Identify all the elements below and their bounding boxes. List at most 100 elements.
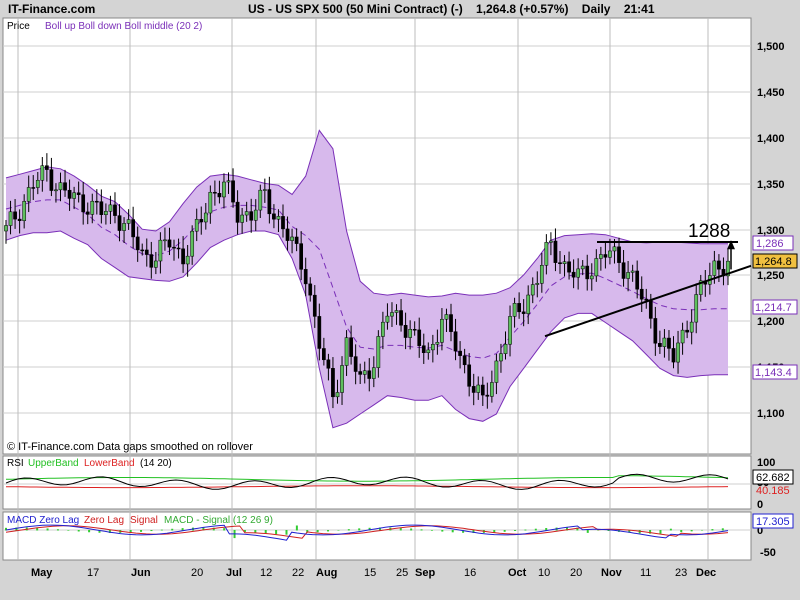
bollinger-legend: Boll up Boll down Boll middle (20 2) (45, 21, 202, 32)
candle-body (344, 337, 349, 366)
candle-body (126, 219, 131, 224)
candle-body (485, 394, 490, 397)
candle-body (90, 200, 95, 215)
candle-body (99, 201, 104, 215)
candle-body (249, 211, 254, 221)
candle-body (435, 342, 440, 345)
macd-hist-bar (524, 529, 527, 531)
x-tick-label: Oct (508, 567, 527, 579)
x-tick-label: 23 (675, 567, 687, 579)
x-tick-label: Jul (226, 567, 242, 579)
candle-body (639, 288, 644, 300)
price-tags: 1,286 1,264.8 1,214.7 1,143.4 (752, 235, 798, 380)
price-legend: Price (7, 21, 30, 32)
candle-body (553, 240, 558, 263)
candle-body (8, 211, 13, 226)
candle-body (589, 275, 594, 280)
candle-body (122, 223, 126, 231)
candle-body (562, 261, 567, 264)
candle-body (494, 360, 499, 383)
candle-body (712, 260, 717, 276)
rsi-value-tag: 62.682 (756, 472, 790, 484)
candle-body (285, 228, 290, 241)
y-tick-label: 1,350 (757, 179, 785, 191)
x-tick-label: Dec (696, 567, 716, 579)
macd-hist-bar (534, 528, 537, 531)
candle-body (626, 272, 630, 279)
macd-hist-bar (680, 530, 683, 533)
macd-hist-bar (285, 530, 288, 535)
x-tick-label: 20 (191, 567, 203, 579)
candle-body (599, 254, 603, 259)
macd-hist-bar (316, 530, 319, 533)
candle-body (480, 384, 485, 396)
macd-tick: -50 (760, 547, 776, 559)
macd-hist-bar (275, 530, 278, 535)
macd-value-tag: 17.305 (756, 516, 790, 528)
candle-body (544, 242, 549, 266)
rsi-params: (14 20) (140, 458, 172, 469)
macd-hist-bar (586, 530, 589, 533)
candle-body (403, 325, 408, 338)
candle-body (371, 367, 376, 379)
candle-body (512, 303, 517, 317)
candle-body (294, 236, 299, 244)
candle-body (535, 283, 540, 285)
y-tick-label: 1,200 (757, 316, 785, 328)
candle-body (45, 165, 49, 170)
candle-body (576, 268, 581, 278)
macd-hist-bar (46, 528, 49, 531)
candle-body (530, 284, 535, 296)
macd-hist-bar (56, 529, 59, 531)
candle-body (558, 262, 562, 264)
macd-hist-bar (171, 528, 174, 531)
macd-legend: MACD Zero Lag (7, 515, 79, 526)
candle-body (608, 250, 612, 258)
candle-body (521, 311, 526, 314)
candle-body (412, 329, 417, 331)
candle-body (417, 329, 422, 346)
candle-body (35, 180, 40, 188)
candle-body (63, 182, 67, 191)
candle-body (131, 219, 135, 238)
candle-body (222, 181, 226, 198)
candle-body (503, 343, 508, 354)
candle-body (667, 337, 671, 349)
rsi-upper-legend: UpperBand (28, 458, 79, 469)
candle-body (376, 336, 381, 368)
candle-body (149, 254, 154, 268)
candle-body (462, 355, 467, 366)
candle-body (353, 356, 358, 372)
candle-body (26, 187, 31, 202)
candle-body (208, 191, 213, 214)
candle-body (235, 201, 240, 223)
candle-body (394, 310, 399, 313)
x-tick-label: May (31, 567, 53, 579)
candle-body (67, 189, 72, 199)
macd-hist-bar (701, 529, 704, 531)
candle-body (299, 243, 304, 270)
candle-body (144, 249, 149, 255)
candle-body (217, 193, 222, 198)
macd-hist-bar (337, 530, 340, 531)
candle-body (153, 260, 158, 268)
candle-body (444, 314, 449, 320)
candle-body (276, 216, 281, 220)
macd-hist-bar (420, 529, 423, 531)
candle-body (571, 271, 576, 278)
candle-body (594, 258, 599, 277)
boll-up-tag: 1,286 (756, 238, 784, 250)
candle-body (381, 321, 385, 337)
rsi-lower-legend: LowerBand (84, 458, 135, 469)
macd-hist-bar (67, 530, 70, 531)
macd-hist-bar (721, 528, 724, 531)
candle-body (163, 239, 167, 242)
candle-body (317, 316, 322, 349)
candle-body (630, 270, 635, 273)
candle-body (612, 246, 617, 252)
candle-body (40, 165, 45, 181)
x-tick-label: 17 (87, 567, 99, 579)
x-tick-label: Jun (131, 567, 151, 579)
macd-hist-bar (430, 530, 433, 531)
candle-body (185, 255, 190, 265)
